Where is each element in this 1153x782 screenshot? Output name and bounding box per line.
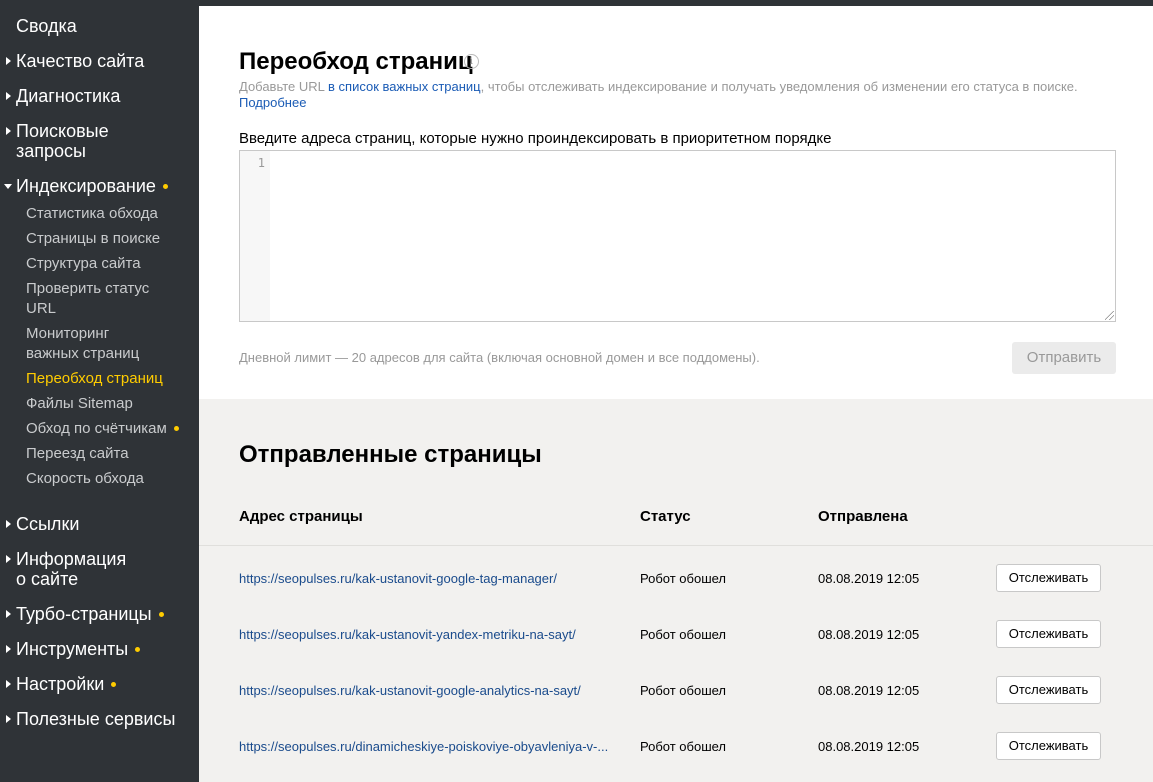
sidebar-item-label: Турбо-страницы xyxy=(16,604,152,624)
url-list-editor[interactable]: 1 xyxy=(239,150,1116,322)
recrawl-panel: Переобход страниц i Добавьте URL в списо… xyxy=(199,6,1153,399)
chevron-right-icon xyxy=(6,680,11,688)
info-icon[interactable]: i xyxy=(464,54,479,69)
sidebar-item-tools[interactable]: Инструменты xyxy=(6,639,141,659)
sidebar-item-useful-services[interactable]: Полезные сервисы xyxy=(6,709,176,729)
chevron-right-icon xyxy=(6,520,11,528)
sidebar-item-summary[interactable]: Сводка xyxy=(16,16,77,36)
sidebar-sub-sitemap-files[interactable]: Файлы Sitemap xyxy=(26,394,133,414)
notification-dot-icon xyxy=(135,646,141,652)
chevron-down-icon xyxy=(4,184,12,189)
sidebar-item-label: Проверить статус xyxy=(26,280,150,297)
page-url-link[interactable]: https://seopulses.ru/kak-ustanovit-googl… xyxy=(239,683,613,699)
sidebar-sub-site-move[interactable]: Переезд сайта xyxy=(26,444,129,464)
sidebar-item-turbo-pages[interactable]: Турбо-страницы xyxy=(6,604,164,624)
sidebar-sub-important-pages[interactable]: Мониторинг важных страниц xyxy=(26,324,139,364)
sent-pages-title: Отправленные страницы xyxy=(239,441,542,468)
sidebar-item-label: Индексирование xyxy=(16,176,156,196)
notification-dot-icon xyxy=(111,681,117,687)
page-url-link[interactable]: https://seopulses.ru/dinamicheskiye-pois… xyxy=(239,739,613,755)
sidebar-item-label: Информация xyxy=(16,549,127,569)
column-header-url: Адрес страницы xyxy=(239,508,363,525)
learn-more-link[interactable]: Подробнее xyxy=(239,95,306,111)
sidebar-item-site-info[interactable]: Информация о сайте xyxy=(6,549,127,589)
sidebar-item-diagnostics[interactable]: Диагностика xyxy=(6,86,121,106)
description-text: Добавьте URL xyxy=(239,79,329,94)
sent-date: 08.08.2019 12:05 xyxy=(818,739,920,754)
sidebar-sub-counter-crawl[interactable]: Обход по счётчикам xyxy=(26,419,179,439)
sidebar-item-label: запросы xyxy=(16,141,86,161)
sidebar-sub-site-structure[interactable]: Структура сайта xyxy=(26,254,141,274)
sidebar-item-label: о сайте xyxy=(16,569,79,589)
sidebar-item-label: Инструменты xyxy=(16,639,129,659)
chevron-right-icon xyxy=(6,92,11,100)
track-button[interactable]: Отслеживать xyxy=(996,620,1101,648)
status-text: Робот обошел xyxy=(640,571,727,586)
sidebar-item-search-queries[interactable]: Поисковые запросы xyxy=(6,121,109,161)
chevron-right-icon xyxy=(6,57,11,65)
notification-dot-icon xyxy=(158,611,164,617)
notification-dot-icon xyxy=(162,183,168,189)
track-button[interactable]: Отслеживать xyxy=(996,564,1101,592)
sidebar-item-label: важных страниц xyxy=(26,345,140,362)
chevron-right-icon xyxy=(6,555,11,563)
sent-date: 08.08.2019 12:05 xyxy=(818,683,920,698)
column-header-status: Статус xyxy=(640,508,691,525)
sidebar-item-label: Качество сайта xyxy=(16,51,145,71)
track-button[interactable]: Отслеживать xyxy=(996,732,1101,760)
table-row: https://seopulses.ru/kak-ustanovit-yande… xyxy=(199,608,1153,664)
sidebar-item-label: Ссылки xyxy=(16,514,80,534)
table-row: https://seopulses.ru/kak-ustanovit-googl… xyxy=(199,664,1153,720)
table-header: Адрес страницы Статус Отправлена xyxy=(199,490,1153,546)
status-text: Робот обошел xyxy=(640,683,727,698)
sidebar-item-label: Мониторинг xyxy=(26,325,110,342)
sidebar-nav: Сводка Качество сайта Диагностика Поиско… xyxy=(0,6,199,782)
sent-date: 08.08.2019 12:05 xyxy=(818,571,920,586)
sidebar-sub-check-url-status[interactable]: Проверить статус URL xyxy=(26,279,149,319)
page-url-link[interactable]: https://seopulses.ru/kak-ustanovit-yande… xyxy=(239,627,613,643)
line-number: 1 xyxy=(257,156,265,170)
sidebar-item-label: Полезные сервисы xyxy=(16,709,176,729)
chevron-right-icon xyxy=(6,610,11,618)
sidebar-item-label: Поисковые xyxy=(16,121,109,141)
sidebar-item-links[interactable]: Ссылки xyxy=(6,514,80,534)
sidebar-item-label: URL xyxy=(26,300,57,317)
table-row: https://seopulses.ru/dinamicheskiye-pois… xyxy=(199,720,1153,776)
sidebar-item-label: Обход по счётчикам xyxy=(26,420,167,437)
sidebar-item-indexing[interactable]: Индексирование xyxy=(4,176,168,196)
sent-date: 08.08.2019 12:05 xyxy=(818,627,920,642)
chevron-right-icon xyxy=(6,715,11,723)
important-pages-link[interactable]: в список важных страниц xyxy=(328,79,481,94)
daily-limit-note: Дневной лимит — 20 адресов для сайта (вк… xyxy=(239,350,760,365)
sidebar-item-label: Настройки xyxy=(16,674,105,694)
chevron-right-icon xyxy=(6,645,11,653)
line-number-gutter: 1 xyxy=(240,151,270,321)
url-field-label: Введите адреса страниц, которые нужно пр… xyxy=(239,130,832,147)
track-button[interactable]: Отслеживать xyxy=(996,676,1101,704)
column-header-sent: Отправлена xyxy=(818,508,908,525)
sidebar-sub-pages-in-search[interactable]: Страницы в поиске xyxy=(26,229,160,249)
page-title: Переобход страниц xyxy=(239,48,473,75)
page-description: Добавьте URL в список важных страниц, чт… xyxy=(239,79,1119,95)
resize-handle-icon[interactable] xyxy=(1105,311,1114,320)
sidebar-sub-recrawl[interactable]: Переобход страниц xyxy=(26,369,163,389)
notification-dot-icon xyxy=(173,425,179,431)
sidebar-item-label: Диагностика xyxy=(16,86,121,106)
sidebar-item-settings[interactable]: Настройки xyxy=(6,674,117,694)
submit-button[interactable]: Отправить xyxy=(1012,342,1116,374)
status-text: Робот обошел xyxy=(640,739,727,754)
chevron-right-icon xyxy=(6,127,11,135)
status-text: Робот обошел xyxy=(640,627,727,642)
table-row: https://seopulses.ru/kak-ustanovit-googl… xyxy=(199,552,1153,608)
sidebar-item-label: Сводка xyxy=(16,16,77,36)
description-text: , чтобы отслеживать индексирование и пол… xyxy=(480,79,1078,94)
sidebar-sub-crawl-stats[interactable]: Статистика обхода xyxy=(26,204,158,224)
page-url-link[interactable]: https://seopulses.ru/kak-ustanovit-googl… xyxy=(239,571,613,587)
sidebar-item-site-quality[interactable]: Качество сайта xyxy=(6,51,145,71)
sidebar-sub-crawl-speed[interactable]: Скорость обхода xyxy=(26,469,144,489)
